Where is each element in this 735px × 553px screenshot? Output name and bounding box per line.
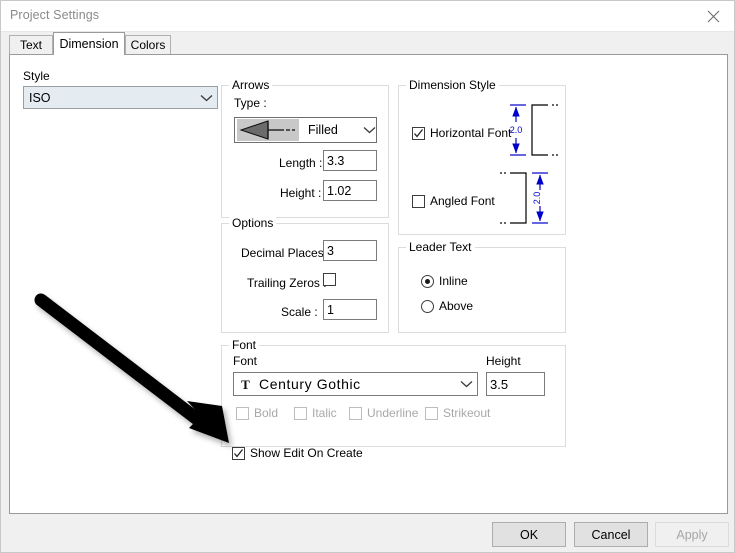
angled-font-label: Angled Font bbox=[430, 194, 495, 208]
arrow-type-label: Type : bbox=[234, 96, 267, 110]
checkbox-box bbox=[236, 406, 249, 420]
trailing-zeros-checkbox[interactable] bbox=[323, 273, 336, 286]
horizontal-font-label: Horizontal Font bbox=[430, 126, 512, 140]
project-settings-dialog: Project Settings Text Dimension Colors S… bbox=[0, 0, 735, 553]
tab-strip: Text Dimension Colors bbox=[9, 32, 728, 55]
window-title: Project Settings bbox=[10, 8, 100, 22]
font-style-underline-checkbox[interactable]: Underline bbox=[349, 406, 418, 420]
show-edit-on-create-label: Show Edit On Create bbox=[250, 446, 363, 460]
dimension-style-group: Dimension Style Horizontal Font 2.0 Angl… bbox=[398, 78, 566, 235]
dimension-style-group-title: Dimension Style bbox=[406, 78, 499, 92]
checkbox-box bbox=[425, 406, 438, 420]
svg-text:2.0: 2.0 bbox=[510, 125, 523, 135]
font-style-bold-label: Bold bbox=[254, 406, 279, 420]
checkbox-box bbox=[412, 194, 425, 208]
horizontal-font-preview: 2.0 bbox=[502, 100, 560, 163]
style-dropdown-value: ISO bbox=[29, 90, 51, 105]
style-label: Style bbox=[23, 69, 50, 83]
title-bar: Project Settings bbox=[1, 1, 734, 32]
checkbox-box bbox=[349, 406, 362, 420]
font-height-label: Height bbox=[486, 354, 521, 368]
horizontal-font-checkbox[interactable]: Horizontal Font bbox=[412, 126, 511, 140]
dimension-tab-panel: Style ISO Arrows Type : Filled Length: … bbox=[9, 54, 728, 514]
trailing-zeros-label: Trailing Zeros : bbox=[247, 276, 327, 290]
ok-button[interactable]: OK bbox=[492, 522, 566, 547]
tab-dimension[interactable]: Dimension bbox=[53, 32, 125, 55]
radio-circle bbox=[421, 299, 434, 313]
chevron-down-icon bbox=[195, 94, 217, 102]
font-name-value: Century Gothic bbox=[259, 376, 361, 392]
arrow-height-input[interactable] bbox=[323, 180, 377, 201]
font-glyph-icon: T bbox=[241, 376, 250, 392]
checkbox-box bbox=[323, 273, 336, 286]
arrow-length-input[interactable] bbox=[323, 150, 377, 171]
angled-font-preview: 2.0 bbox=[498, 168, 556, 231]
close-icon[interactable] bbox=[691, 1, 734, 31]
angled-font-checkbox[interactable]: Angled Font bbox=[412, 194, 495, 208]
font-style-underline-label: Underline bbox=[367, 406, 419, 420]
checkbox-box bbox=[294, 406, 307, 420]
tab-colors[interactable]: Colors bbox=[125, 35, 171, 54]
scale-label: Scale : bbox=[281, 305, 318, 319]
apply-button: Apply bbox=[655, 522, 729, 547]
svg-text:2.0: 2.0 bbox=[532, 192, 542, 205]
leader-text-group: Leader Text Inline Above bbox=[398, 240, 566, 333]
arrow-type-value: Filled bbox=[308, 123, 338, 137]
leader-text-inline-label: Inline bbox=[439, 274, 468, 288]
font-style-strikeout-label: Strikeout bbox=[443, 406, 491, 420]
arrows-group-title: Arrows bbox=[229, 78, 273, 92]
font-style-italic-checkbox[interactable]: Italic bbox=[294, 406, 337, 420]
leader-text-above-label: Above bbox=[439, 299, 474, 313]
cancel-button[interactable]: Cancel bbox=[574, 522, 648, 547]
options-group-title: Options bbox=[229, 216, 277, 230]
style-dropdown[interactable]: ISO bbox=[23, 86, 218, 109]
font-style-bold-checkbox[interactable]: Bold bbox=[236, 406, 278, 420]
filled-arrowhead-icon bbox=[237, 119, 299, 141]
arrows-group: Arrows Type : Filled Length : 3.3 Height… bbox=[221, 78, 389, 218]
font-name-dropdown[interactable]: T Century Gothic bbox=[233, 372, 478, 396]
arrow-length-label: Length : bbox=[279, 156, 323, 170]
chevron-down-icon bbox=[455, 380, 477, 388]
tab-text[interactable]: Text bbox=[9, 35, 53, 54]
checkbox-box bbox=[232, 446, 245, 460]
font-name-label: Font bbox=[233, 354, 258, 368]
arrow-type-dropdown[interactable]: Filled bbox=[234, 117, 377, 143]
radio-circle bbox=[421, 274, 434, 288]
leader-text-radio-above[interactable]: Above bbox=[421, 299, 473, 313]
leader-text-radio-inline[interactable]: Inline bbox=[421, 274, 468, 288]
decimal-places-input[interactable] bbox=[323, 240, 377, 261]
leader-text-group-title: Leader Text bbox=[406, 240, 475, 254]
font-height-input[interactable] bbox=[486, 372, 545, 396]
font-group: Font Font Height T Century Gothic Bold I… bbox=[221, 338, 566, 447]
checkbox-box bbox=[412, 126, 425, 140]
font-group-title: Font bbox=[229, 338, 260, 352]
scale-input[interactable] bbox=[323, 299, 377, 320]
options-group: Options Decimal Places : Trailing Zeros … bbox=[221, 216, 389, 333]
font-style-strikeout-checkbox[interactable]: Strikeout bbox=[425, 406, 490, 420]
font-style-italic-label: Italic bbox=[312, 406, 337, 420]
arrow-height-label: Height : bbox=[280, 186, 322, 200]
chevron-down-icon bbox=[363, 126, 376, 134]
decimal-places-label: Decimal Places : bbox=[241, 246, 331, 260]
show-edit-on-create-checkbox[interactable]: Show Edit On Create bbox=[232, 446, 363, 460]
